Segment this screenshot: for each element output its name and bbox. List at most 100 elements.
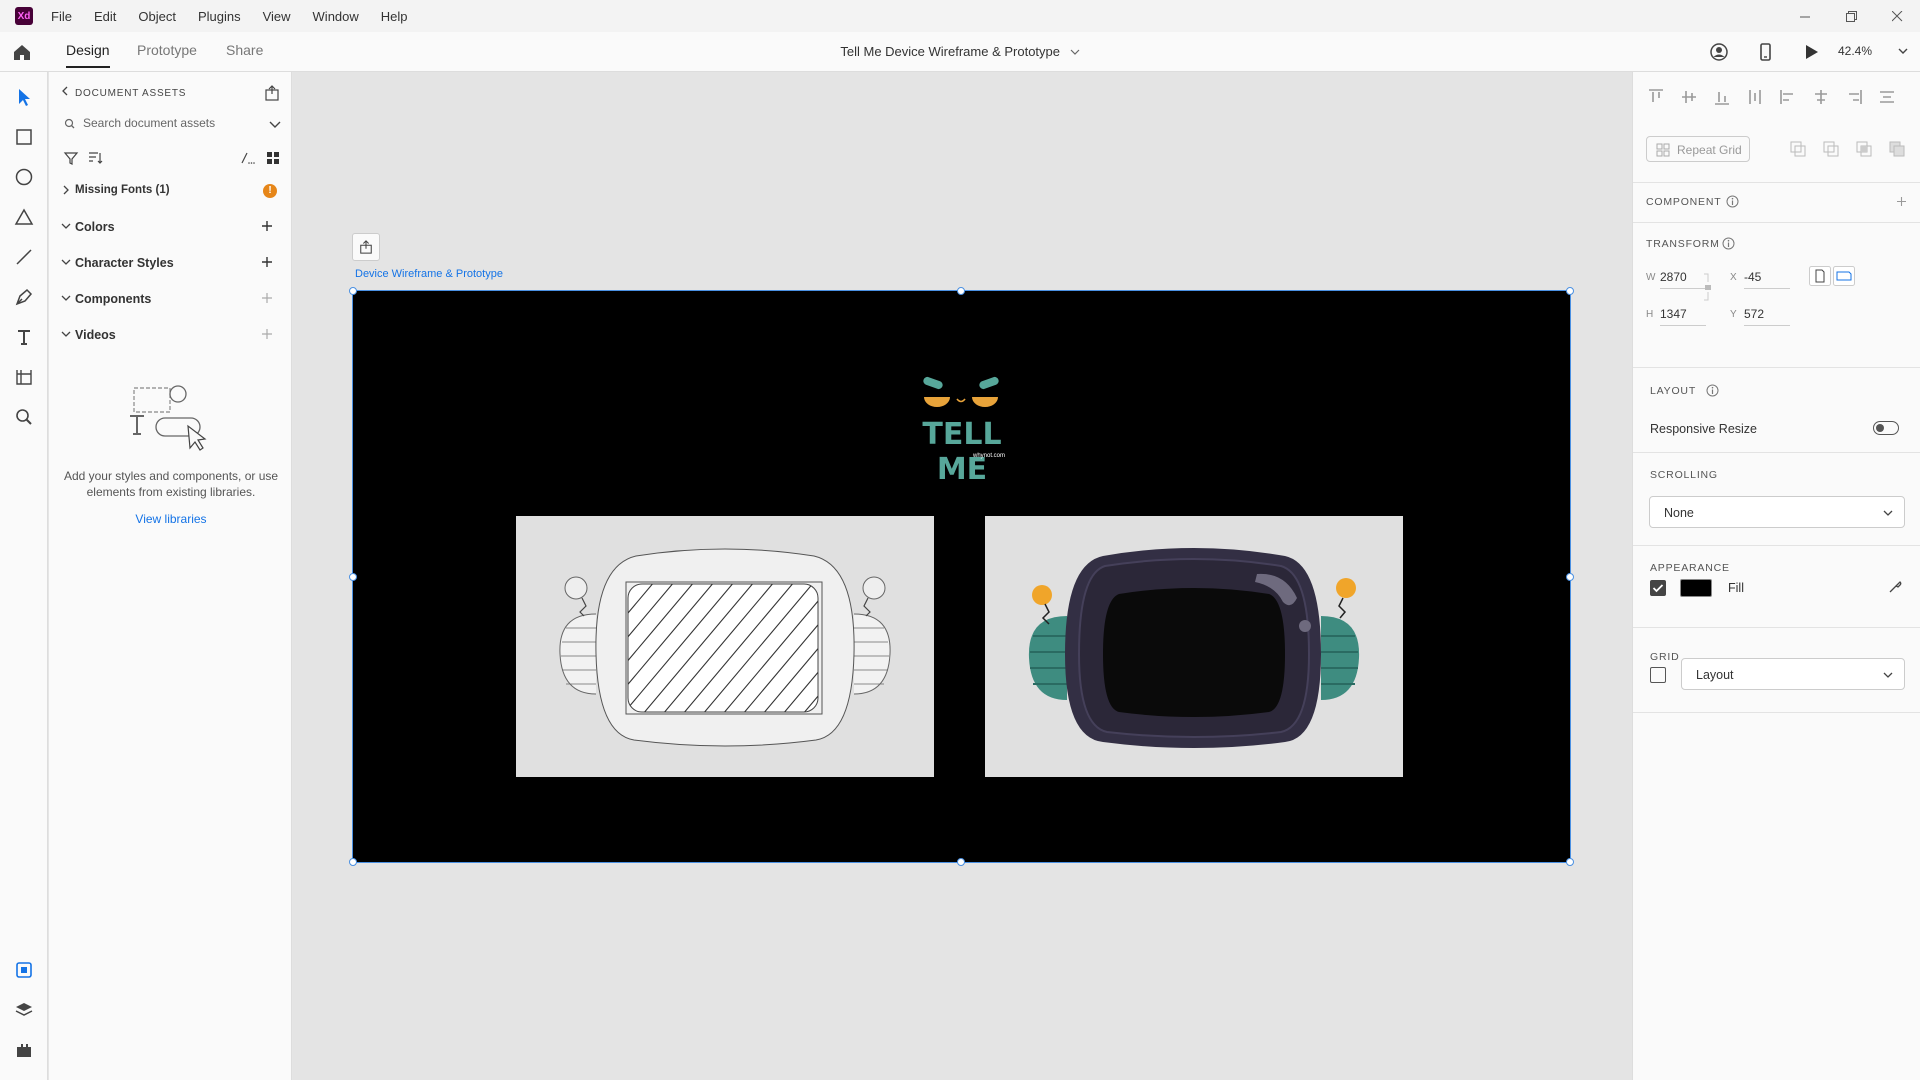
- zoom-tool-icon[interactable]: [13, 406, 35, 428]
- grid-checkbox[interactable]: [1650, 667, 1666, 683]
- list-view-icon[interactable]: [239, 150, 255, 166]
- search-input[interactable]: Search document assets: [83, 116, 215, 130]
- section-videos[interactable]: Videos: [61, 324, 283, 348]
- filter-icon[interactable]: [63, 150, 79, 166]
- info-icon[interactable]: [1722, 237, 1735, 250]
- add-icon[interactable]: [259, 290, 275, 306]
- section-components[interactable]: Components: [61, 288, 283, 312]
- restore-button[interactable]: [1828, 0, 1874, 32]
- grid-view-icon[interactable]: [265, 150, 281, 166]
- chevron-down-icon[interactable]: [1070, 48, 1080, 56]
- select-tool-icon[interactable]: [13, 86, 35, 108]
- text-tool-icon[interactable]: [13, 326, 35, 348]
- boolean-intersect-icon[interactable]: [1855, 140, 1873, 158]
- fill-color-swatch[interactable]: [1680, 579, 1712, 597]
- repeat-grid-button[interactable]: Repeat Grid: [1646, 136, 1750, 162]
- width-field[interactable]: 2870: [1660, 270, 1706, 289]
- resize-handle[interactable]: [349, 287, 357, 295]
- layers-icon[interactable]: [13, 999, 35, 1021]
- chevron-left-icon[interactable]: [61, 86, 69, 96]
- add-icon[interactable]: [259, 326, 275, 342]
- tell-me-logo[interactable]: TELL ME whynot.com: [901, 371, 1023, 487]
- zoom-level[interactable]: 42.4%: [1838, 44, 1872, 58]
- align-right-icon[interactable]: [1845, 88, 1863, 106]
- portrait-orientation-icon[interactable]: [1809, 266, 1831, 286]
- info-icon[interactable]: [1706, 384, 1719, 397]
- rectangle-tool-icon[interactable]: [13, 126, 35, 148]
- assets-panel-icon[interactable]: [13, 959, 35, 981]
- menu-object[interactable]: Object: [138, 9, 176, 24]
- prototype-device-card[interactable]: [985, 516, 1403, 777]
- tab-prototype[interactable]: Prototype: [137, 42, 197, 58]
- section-character-styles[interactable]: Character Styles: [61, 252, 283, 276]
- canvas[interactable]: Device Wireframe & Prototype TELL ME why…: [293, 72, 1632, 1080]
- section-missing-fonts[interactable]: Missing Fonts (1) !: [61, 180, 283, 204]
- chevron-down-icon[interactable]: [267, 117, 283, 133]
- align-top-icon[interactable]: [1647, 88, 1665, 106]
- resize-handle[interactable]: [1566, 858, 1574, 866]
- eyedropper-icon[interactable]: [1887, 579, 1903, 595]
- resize-handle[interactable]: [349, 858, 357, 866]
- lock-aspect-icon[interactable]: [1702, 272, 1714, 302]
- view-libraries-link[interactable]: View libraries: [61, 512, 281, 526]
- menu-window[interactable]: Window: [313, 9, 359, 24]
- fill-checkbox[interactable]: [1650, 580, 1666, 596]
- assets-search[interactable]: Search document assets: [61, 112, 283, 136]
- tab-design[interactable]: Design: [66, 42, 110, 68]
- resize-handle[interactable]: [349, 573, 357, 581]
- play-icon[interactable]: [1800, 41, 1822, 63]
- pen-tool-icon[interactable]: [13, 286, 35, 308]
- resize-handle[interactable]: [1566, 573, 1574, 581]
- ellipse-tool-icon[interactable]: [13, 166, 35, 188]
- distribute-horizontal-icon[interactable]: [1878, 88, 1896, 106]
- add-component-icon[interactable]: [1895, 195, 1908, 208]
- menu-view[interactable]: View: [263, 9, 291, 24]
- artboard[interactable]: TELL ME whynot.com: [349, 287, 1574, 866]
- appearance-label: APPEARANCE: [1650, 562, 1730, 574]
- user-icon[interactable]: [1708, 41, 1730, 63]
- wireframe-device-card[interactable]: [516, 516, 934, 777]
- resize-handle[interactable]: [1566, 287, 1574, 295]
- menu-help[interactable]: Help: [381, 9, 408, 24]
- scrolling-select[interactable]: None: [1649, 496, 1905, 528]
- x-field[interactable]: -45: [1744, 270, 1790, 289]
- landscape-orientation-icon[interactable]: [1833, 266, 1855, 286]
- boolean-exclude-icon[interactable]: [1888, 140, 1906, 158]
- home-icon[interactable]: [11, 41, 33, 63]
- minimize-button[interactable]: [1782, 0, 1828, 32]
- plugins-icon[interactable]: [13, 1039, 35, 1061]
- menu-edit[interactable]: Edit: [94, 9, 116, 24]
- align-center-icon[interactable]: [1812, 88, 1830, 106]
- close-button[interactable]: [1874, 0, 1920, 32]
- height-field[interactable]: 1347: [1660, 307, 1706, 326]
- device-preview-icon[interactable]: [1754, 41, 1776, 63]
- distribute-vertical-icon[interactable]: [1746, 88, 1764, 106]
- artboard-tool-icon[interactable]: [13, 366, 35, 388]
- info-icon[interactable]: [1726, 195, 1739, 208]
- add-icon[interactable]: [259, 218, 275, 234]
- section-colors[interactable]: Colors: [61, 216, 283, 240]
- assets-header[interactable]: DOCUMENT ASSETS: [61, 86, 186, 99]
- share-artboard-button[interactable]: [352, 233, 380, 261]
- grid-type-select[interactable]: Layout: [1681, 658, 1905, 690]
- document-title[interactable]: Tell Me Device Wireframe & Prototype: [840, 44, 1060, 59]
- artboard-label[interactable]: Device Wireframe & Prototype: [355, 268, 503, 280]
- menu-plugins[interactable]: Plugins: [198, 9, 241, 24]
- add-icon[interactable]: [259, 254, 275, 270]
- sort-icon[interactable]: [87, 150, 103, 166]
- resize-handle[interactable]: [957, 858, 965, 866]
- responsive-resize-toggle[interactable]: [1873, 421, 1899, 435]
- boolean-subtract-icon[interactable]: [1822, 140, 1840, 158]
- polygon-tool-icon[interactable]: [13, 206, 35, 228]
- menu-file[interactable]: File: [51, 9, 72, 24]
- line-tool-icon[interactable]: [13, 246, 35, 268]
- align-middle-icon[interactable]: [1680, 88, 1698, 106]
- export-icon[interactable]: [264, 85, 280, 101]
- align-left-icon[interactable]: [1779, 88, 1797, 106]
- y-field[interactable]: 572: [1744, 307, 1790, 326]
- boolean-add-icon[interactable]: [1789, 140, 1807, 158]
- zoom-chevron-icon[interactable]: [1896, 44, 1910, 58]
- align-bottom-icon[interactable]: [1713, 88, 1731, 106]
- resize-handle[interactable]: [957, 287, 965, 295]
- tab-share[interactable]: Share: [226, 42, 263, 58]
